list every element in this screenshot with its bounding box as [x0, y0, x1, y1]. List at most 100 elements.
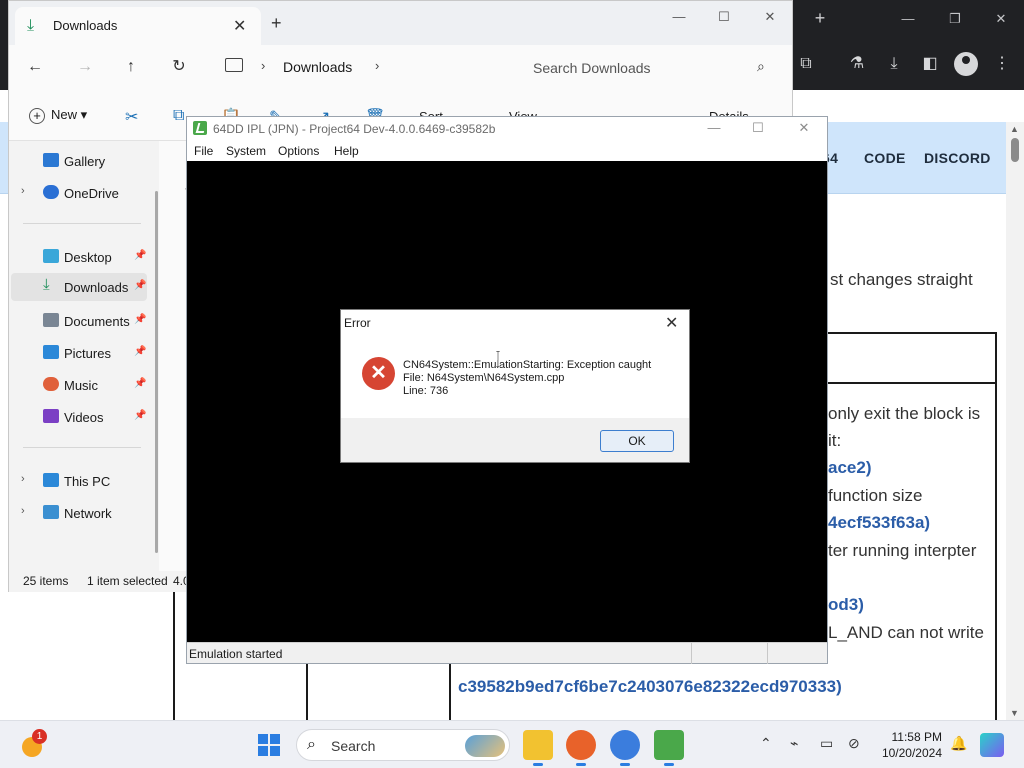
menu-options[interactable]: Options: [278, 144, 319, 158]
cut-icon[interactable]: ✂: [125, 107, 138, 127]
project64-taskbar-icon[interactable]: [654, 730, 684, 766]
chevron-right-icon[interactable]: ›: [21, 505, 25, 517]
side-panel-icon[interactable]: ◧: [918, 52, 942, 76]
chevron-right-icon[interactable]: ›: [21, 473, 25, 485]
menu-help[interactable]: Help: [334, 144, 359, 158]
start-button[interactable]: [258, 734, 280, 756]
explorer-maximize-button[interactable]: ☐: [709, 9, 739, 29]
display-icon[interactable]: ▭: [820, 735, 833, 752]
sidebar-item-documents[interactable]: Documents 📌: [11, 307, 147, 335]
windows-logo-icon: [258, 734, 268, 744]
new-button[interactable]: + New ▾: [29, 107, 87, 124]
page-text-it: it:: [828, 431, 842, 450]
up-arrow-icon[interactable]: ↑: [119, 55, 143, 79]
commit-link-ace2[interactable]: ace2): [828, 458, 871, 478]
commit-link-od3[interactable]: od3): [828, 595, 864, 615]
explorer-new-tab-button[interactable]: +: [271, 13, 282, 34]
clock-time: 11:58 PM: [891, 730, 942, 744]
error-dialog: Error ✕ ✕ CN64System::EmulationStarting:…: [340, 309, 690, 463]
new-label: New: [51, 107, 78, 122]
onedrive-cloud-icon: [43, 185, 59, 199]
copilot-icon[interactable]: [980, 733, 1004, 757]
browser-menu-icon[interactable]: ⋮: [990, 52, 1014, 76]
this-pc-icon: [225, 58, 243, 72]
accessibility-icon[interactable]: ⊘: [848, 735, 860, 752]
sidebar-item-desktop[interactable]: Desktop 📌: [11, 243, 147, 271]
browser-restore-button[interactable]: ❐: [940, 8, 970, 30]
taskbar-search-box[interactable]: ⌕ Search: [296, 729, 510, 761]
sidebar-item-pictures[interactable]: Pictures 📌: [11, 339, 147, 367]
browser-minimize-button[interactable]: —: [893, 8, 923, 30]
p64-minimize-button[interactable]: —: [699, 120, 729, 138]
browser-scrollbar[interactable]: ▲ ▼: [1006, 122, 1024, 720]
emulation-status: Emulation started: [189, 647, 283, 661]
download-icon[interactable]: ⤓: [882, 52, 906, 76]
menu-file[interactable]: File: [194, 144, 213, 158]
commit-link-f63a[interactable]: 4ecf533f63a): [828, 513, 930, 533]
desktop-icon: [43, 249, 59, 263]
breadcrumb-chevron-icon[interactable]: ›: [261, 58, 265, 73]
sidebar-item-music[interactable]: Music 📌: [11, 371, 147, 399]
breadcrumb-downloads[interactable]: Downloads: [283, 59, 352, 75]
explorer-sidebar: Gallery › OneDrive Desktop 📌 ⤓ Downloads…: [9, 141, 157, 571]
tray-overflow-chevron-icon[interactable]: ⌃: [760, 735, 772, 752]
explorer-search-box[interactable]: Search Downloads ⌕: [521, 50, 785, 84]
scroll-down-arrow-icon[interactable]: ▼: [1010, 708, 1019, 718]
pictures-icon: [43, 345, 59, 359]
explorer-tab-downloads[interactable]: ⤓ Downloads ✕: [15, 7, 261, 45]
sidebar-item-network[interactable]: › Network: [11, 499, 147, 527]
page-text-only-exit: only exit the block is: [828, 404, 981, 423]
error-message-line: CN64System::EmulationStarting: Exception…: [403, 359, 652, 371]
notification-bell-icon[interactable]: 🔔: [950, 735, 967, 752]
sidebar-item-label: Videos: [64, 410, 104, 425]
ok-button[interactable]: OK: [600, 430, 674, 452]
firefox-taskbar-icon[interactable]: [566, 730, 596, 766]
menu-system[interactable]: System: [226, 144, 266, 158]
gallery-icon: [43, 153, 59, 167]
sidebar-item-gallery[interactable]: Gallery: [11, 147, 147, 175]
chevron-right-icon[interactable]: ›: [21, 185, 25, 197]
browser-close-button[interactable]: ✕: [986, 8, 1016, 30]
browser-new-tab-button[interactable]: +: [810, 8, 830, 28]
refresh-icon[interactable]: ↻: [167, 55, 191, 79]
p64-maximize-button[interactable]: ☐: [743, 120, 773, 138]
pin-icon: 📌: [134, 280, 147, 291]
computer-icon: [43, 473, 59, 487]
commit-link-c39582b[interactable]: c39582b9ed7cf6be7c2403076e82322ecd970333…: [458, 677, 842, 697]
sidebar-item-downloads[interactable]: ⤓ Downloads 📌: [11, 273, 147, 301]
nav-link-code[interactable]: CODE: [864, 150, 906, 166]
labs-flask-icon[interactable]: ⚗: [845, 52, 869, 76]
explorer-minimize-button[interactable]: —: [664, 9, 694, 29]
forward-arrow-icon[interactable]: →: [73, 55, 97, 79]
sidebar-item-onedrive[interactable]: › OneDrive: [11, 179, 147, 207]
videos-icon: [43, 409, 59, 423]
extensions-icon[interactable]: ⧉: [794, 52, 818, 76]
sidebar-divider: [23, 223, 141, 224]
search-icon[interactable]: ⌕: [757, 58, 765, 75]
profile-avatar[interactable]: [954, 52, 978, 76]
tab-close-icon[interactable]: ✕: [233, 16, 246, 36]
chrome-taskbar-icon[interactable]: [610, 730, 640, 766]
sidebar-item-label: Pictures: [64, 346, 111, 361]
nav-link-discord[interactable]: DISCORD: [924, 150, 991, 166]
sidebar-scrollbar[interactable]: [155, 191, 158, 553]
file-explorer-taskbar-icon[interactable]: [523, 730, 553, 766]
project64-status-bar: Emulation started: [187, 642, 827, 664]
back-arrow-icon[interactable]: ←: [23, 55, 47, 79]
system-clock[interactable]: 11:58 PM 10/20/2024: [870, 729, 942, 761]
pin-icon: 📌: [134, 346, 147, 357]
dialog-close-icon[interactable]: ✕: [665, 313, 678, 333]
explorer-close-button[interactable]: ✕: [755, 9, 785, 29]
network-status-icon[interactable]: ⌁: [790, 735, 798, 752]
p64-close-button[interactable]: ✕: [789, 120, 819, 138]
weather-widget[interactable]: 1: [20, 729, 47, 757]
breadcrumb-chevron-icon[interactable]: ›: [375, 58, 379, 73]
sidebar-item-label: Desktop: [64, 250, 112, 265]
scrollbar-thumb[interactable]: [1011, 138, 1019, 162]
sidebar-item-label: Documents: [64, 314, 130, 329]
address-bar[interactable]: › Downloads ›: [215, 50, 511, 84]
sidebar-item-videos[interactable]: Videos 📌: [11, 403, 147, 431]
scroll-up-arrow-icon[interactable]: ▲: [1010, 124, 1019, 134]
sidebar-item-this-pc[interactable]: › This PC: [11, 467, 147, 495]
copy-icon[interactable]: ⧉: [173, 107, 184, 125]
